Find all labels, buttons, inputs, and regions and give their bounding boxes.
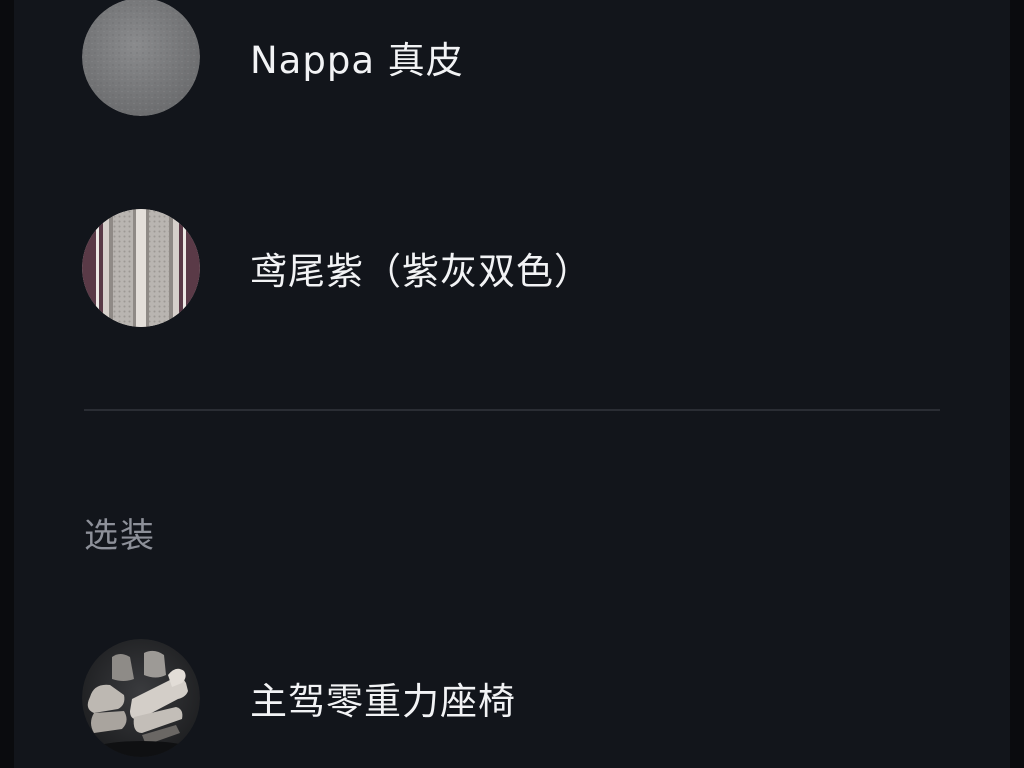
leather-grey-swatch-icon: [82, 0, 200, 116]
optional-section-title: 选装: [84, 516, 156, 556]
option-nappa-leather[interactable]: Nappa 真皮: [82, 0, 942, 117]
zero-gravity-seat-icon: [82, 639, 200, 757]
option-label: 鸢尾紫（紫灰双色）: [250, 250, 592, 293]
option-label: Nappa 真皮: [250, 39, 464, 82]
configurator-screen: Nappa 真皮 鸢尾紫（紫灰双色） 选装 主驾零重力座椅: [0, 0, 1024, 768]
option-iris-purple[interactable]: 鸢尾紫（紫灰双色）: [82, 208, 942, 328]
iris-purple-grey-swatch-icon: [82, 209, 200, 327]
section-divider: [84, 409, 940, 411]
screen-edge-right: [1010, 0, 1024, 768]
option-label: 主驾零重力座椅: [250, 680, 516, 723]
screen-edge-left: [0, 0, 14, 768]
option-zero-gravity-seat[interactable]: 主驾零重力座椅: [82, 638, 942, 758]
